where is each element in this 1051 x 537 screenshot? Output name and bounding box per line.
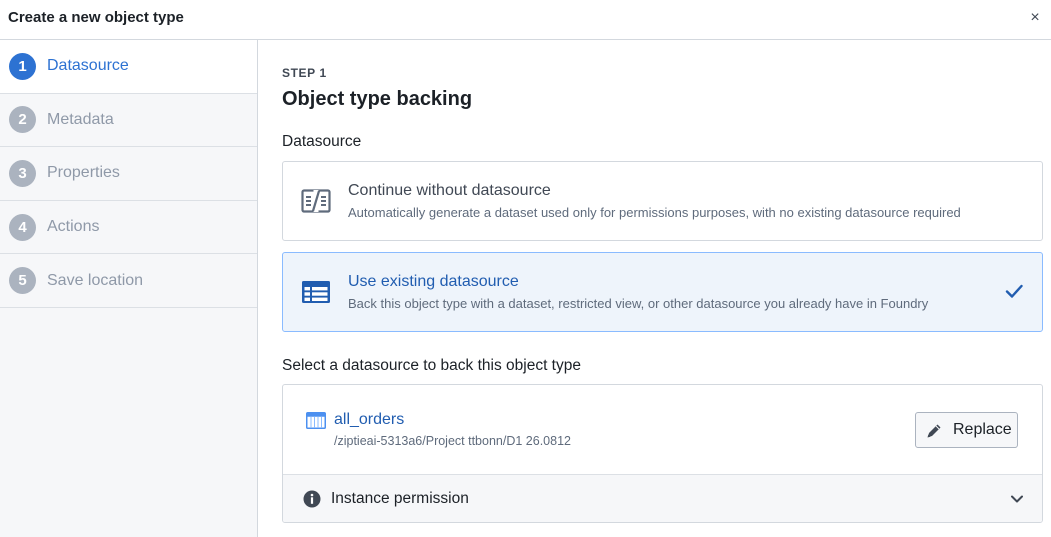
pencil-icon	[927, 424, 941, 438]
datasource-name-link[interactable]: all_orders	[334, 411, 404, 429]
checkmark-icon	[1005, 284, 1023, 298]
option-description: Back this object type with a dataset, re…	[348, 296, 929, 311]
chevron-down-icon[interactable]	[1010, 492, 1024, 506]
step-number: 5	[9, 267, 36, 295]
datasource-path: /ziptieai-5313a6/Project ttbonn/D1 26.08…	[334, 434, 571, 448]
columns-icon	[301, 189, 331, 213]
option-title: Use existing datasource	[348, 273, 519, 290]
step-save-location[interactable]: 5 Save location	[0, 254, 257, 308]
info-icon	[303, 490, 321, 508]
datasource-section-label: Datasource	[282, 133, 362, 150]
close-icon[interactable]: ×	[1027, 9, 1043, 27]
dialog-title: Create a new object type	[8, 9, 184, 26]
step-number: 4	[9, 213, 36, 241]
replace-button[interactable]: Replace	[915, 412, 1018, 448]
dialog-header: Create a new object type ×	[0, 0, 1051, 40]
step-number: 1	[9, 52, 36, 80]
step-eyebrow: STEP 1	[282, 66, 327, 80]
step-number: 2	[9, 106, 36, 134]
selected-datasource-panel: all_orders /ziptieai-5313a6/Project ttbo…	[282, 384, 1043, 523]
step-label: Metadata	[47, 110, 114, 128]
step-label: Save location	[47, 271, 144, 289]
step-label: Datasource	[47, 57, 129, 75]
step-label: Properties	[47, 164, 120, 182]
step-datasource[interactable]: 1 Datasource	[0, 40, 257, 94]
steps-sidebar: 1 Datasource 2 Metadata 3 Properties 4 A…	[0, 40, 258, 537]
dataset-table-icon	[306, 412, 326, 429]
instance-permission-label: Instance permission	[331, 490, 469, 507]
instance-permission-row[interactable]: Instance permission	[283, 474, 1042, 522]
step-actions[interactable]: 4 Actions	[0, 201, 257, 255]
step-label: Actions	[47, 218, 100, 236]
step-number: 3	[9, 159, 36, 187]
replace-button-label: Replace	[953, 421, 1012, 438]
option-title: Continue without datasource	[348, 182, 551, 199]
select-datasource-label: Select a datasource to back this object …	[282, 357, 581, 374]
page-title: Object type backing	[282, 88, 473, 110]
th-list-icon	[302, 281, 330, 303]
option-description: Automatically generate a dataset used on…	[348, 205, 961, 220]
option-continue-without-datasource[interactable]: Continue without datasource Automaticall…	[282, 161, 1043, 241]
option-use-existing-datasource[interactable]: Use existing datasource Back this object…	[282, 252, 1043, 332]
step-metadata[interactable]: 2 Metadata	[0, 94, 257, 148]
step-properties[interactable]: 3 Properties	[0, 147, 257, 201]
